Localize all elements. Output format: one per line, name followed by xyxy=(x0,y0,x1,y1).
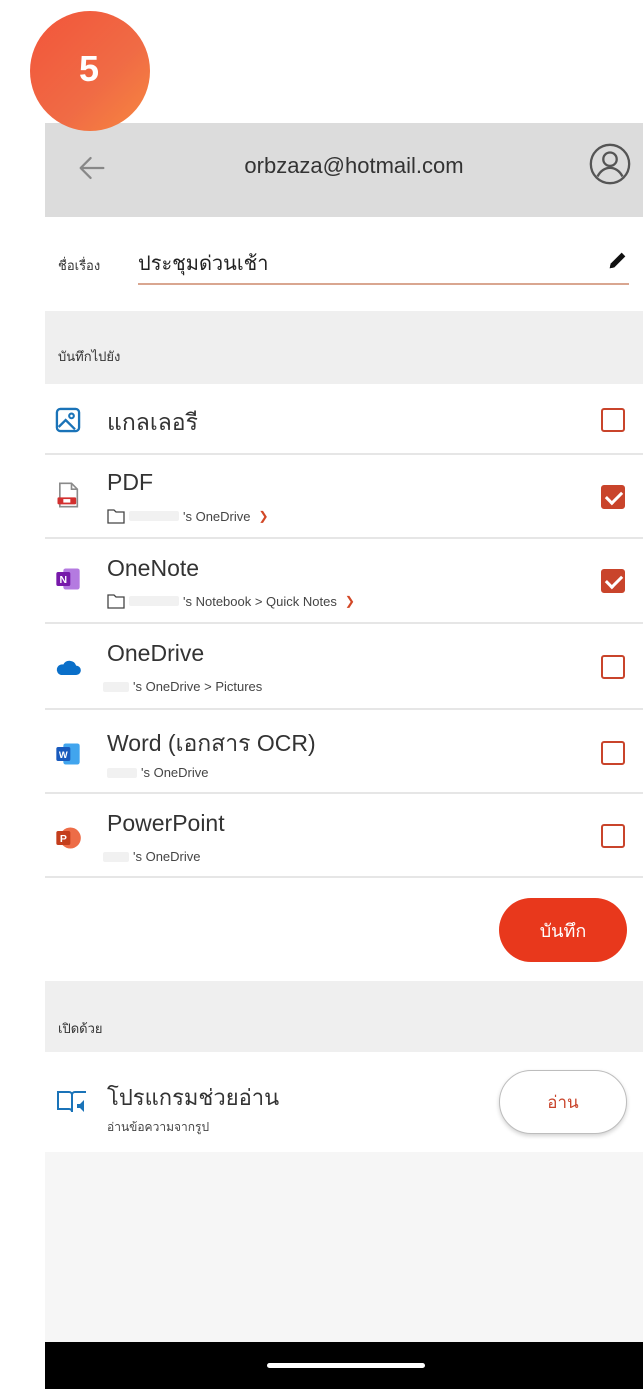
pdf-icon xyxy=(57,482,79,508)
word-icon: W xyxy=(56,743,80,765)
save-target-onedrive[interactable]: OneDrive 's OneDrive > Pictures xyxy=(45,624,643,710)
location-text: 's OneDrive xyxy=(133,849,201,864)
onenote-checkbox[interactable] xyxy=(601,569,625,593)
save-target-onenote[interactable]: N OneNote 's Notebook > Quick Notes ❯ xyxy=(45,539,643,624)
svg-text:P: P xyxy=(60,833,67,845)
immersive-reader-description: อ่านข้อความจากรูป xyxy=(107,1120,210,1134)
location-text: 's OneDrive > Pictures xyxy=(133,679,263,694)
home-gesture-handle[interactable] xyxy=(267,1363,425,1368)
system-navigation-bar xyxy=(45,1342,643,1389)
account-circle-icon[interactable] xyxy=(587,141,633,187)
title-field-label: ชื่อเรื่อง xyxy=(58,259,101,274)
empty-area xyxy=(45,1152,643,1342)
redacted-account xyxy=(129,511,179,521)
save-target-location[interactable]: 's OneDrive ❯ xyxy=(107,508,269,524)
open-with-section-header: เปิดด้วย xyxy=(45,981,643,1052)
account-email: orbzaza@hotmail.com xyxy=(244,153,464,178)
save-target-name: Word (เอกสาร OCR) xyxy=(107,730,316,756)
word-checkbox[interactable] xyxy=(601,741,625,765)
title-input-underline xyxy=(138,283,629,285)
save-button[interactable]: บันทึก xyxy=(499,898,627,962)
save-target-location: 's OneDrive > Pictures xyxy=(103,679,262,694)
read-button[interactable]: อ่าน xyxy=(499,1070,627,1134)
save-target-name: OneDrive xyxy=(107,640,205,666)
location-text: 's OneDrive xyxy=(183,508,251,524)
title-input[interactable]: ประชุมด่วนเช้า xyxy=(138,247,268,279)
folder-icon xyxy=(107,594,125,609)
pencil-icon[interactable] xyxy=(607,249,629,271)
redacted-account xyxy=(103,681,129,692)
redacted-account xyxy=(103,851,129,862)
save-button-area: บันทึก xyxy=(45,878,643,981)
gallery-icon xyxy=(55,407,81,433)
open-with-immersive-reader: โปรแกรมช่วยอ่าน อ่านข้อความจากรูป อ่าน xyxy=(45,1052,643,1152)
immersive-reader-name: โปรแกรมช่วยอ่าน xyxy=(107,1086,280,1111)
redacted-account xyxy=(129,596,179,606)
onedrive-checkbox[interactable] xyxy=(601,655,625,679)
title-field-row: ชื่อเรื่อง ประชุมด่วนเช้า xyxy=(45,217,643,311)
location-text: 's OneDrive xyxy=(141,765,209,780)
gallery-checkbox[interactable] xyxy=(601,408,625,432)
save-target-pdf[interactable]: PDF 's OneDrive ❯ xyxy=(45,455,643,539)
save-target-word[interactable]: W Word (เอกสาร OCR) 's OneDrive xyxy=(45,710,643,794)
location-text: 's Notebook > Quick Notes xyxy=(183,593,337,609)
save-target-gallery[interactable]: แกลเลอรี xyxy=(45,384,643,455)
save-target-name: แกลเลอรี xyxy=(107,409,198,435)
pdf-checkbox[interactable] xyxy=(601,485,625,509)
powerpoint-icon: P xyxy=(56,827,81,849)
open-with-header-label: เปิดด้วย xyxy=(58,1022,103,1037)
save-target-name: OneNote xyxy=(107,555,200,581)
redacted-account xyxy=(107,767,137,778)
save-target-name: PDF xyxy=(107,469,153,495)
top-app-bar: orbzaza@hotmail.com xyxy=(45,123,643,217)
chevron-down-icon: ❯ xyxy=(258,509,269,523)
save-target-name: PowerPoint xyxy=(107,810,225,836)
onedrive-icon xyxy=(56,660,81,675)
step-number-badge: 5 xyxy=(30,11,150,131)
chevron-down-icon: ❯ xyxy=(344,594,355,608)
save-target-location: 's OneDrive xyxy=(107,765,209,780)
immersive-reader-icon xyxy=(57,1091,86,1113)
save-target-powerpoint[interactable]: P PowerPoint 's OneDrive xyxy=(45,794,643,878)
step-number: 5 xyxy=(78,48,100,89)
onenote-icon: N xyxy=(56,568,80,590)
save-target-location[interactable]: 's Notebook > Quick Notes ❯ xyxy=(107,593,355,609)
powerpoint-checkbox[interactable] xyxy=(601,824,625,848)
phone-screen: orbzaza@hotmail.com ชื่อเรื่อง ประชุมด่ว… xyxy=(45,123,643,1389)
folder-icon xyxy=(107,509,125,524)
save-to-section-header: บันทึกไปยัง xyxy=(45,311,643,384)
save-to-header-label: บันทึกไปยัง xyxy=(58,350,121,365)
save-target-location: 's OneDrive xyxy=(103,849,201,864)
svg-text:N: N xyxy=(60,574,68,586)
svg-text:W: W xyxy=(59,750,68,760)
